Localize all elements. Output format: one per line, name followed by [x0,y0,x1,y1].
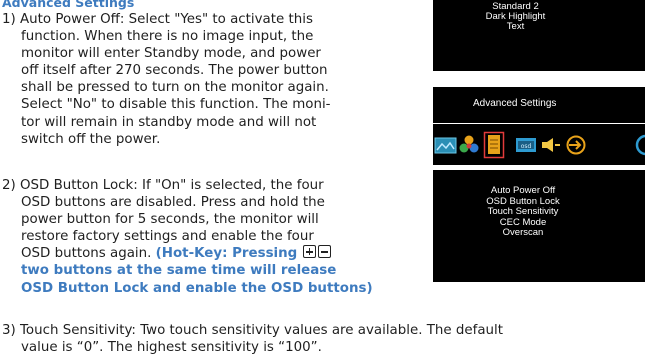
item-line: power button for 5 seconds, the monitor … [21,212,319,228]
partial-icon [635,134,645,156]
osd-advanced-title-bar: Advanced Settings [433,87,645,123]
color-icon [459,135,479,153]
audio-icon [542,138,560,152]
item-line: Select "No" to disable this function. Th… [21,97,331,113]
osd-menu-item: Overscan [502,227,544,239]
osd-advanced-menu: Auto Power Off OSD Button Lock Touch Sen… [433,170,645,282]
item-line: 3) Touch Sensitivity: Two touch sensitiv… [2,323,503,338]
hotkey-note: (Hot-Key: Pressing [155,246,298,262]
item-touch-sensitivity: 3) Touch Sensitivity: Two touch sensitiv… [2,322,642,356]
section-heading: Advanced Settings [2,0,135,10]
image-icon [434,137,457,154]
minus-button-icon [317,245,331,259]
osd-menu-item: Auto Power Off [490,185,556,196]
item-line: tor will remain in standby mode and will… [21,114,317,130]
item-text: OSD buttons again. [21,246,152,262]
hotkey-note: OSD Button Lock and enable the OSD butto… [21,280,373,296]
item-line: function. When there is no image input, … [21,29,314,45]
osd-icon: osd [516,138,536,152]
item-auto-power-off: 1) Auto Power Off: Select "Yes" to activ… [2,11,432,148]
input-icon [566,135,586,155]
osd-icon-bar: osd [433,124,645,165]
item-osd-button-lock: 2) OSD Button Lock: If "On" is selected,… [2,177,432,297]
plus-button-icon [302,245,316,259]
item-line: off itself after 270 seconds. The power … [21,63,328,79]
item-line: OSD buttons again. (Hot-Key: Pressing [2,245,432,262]
item-line: restore factory settings and enable the … [21,229,314,245]
osd-title: Advanced Settings [473,98,557,109]
item-line: 2) OSD Button Lock: If "On" is selected,… [2,178,324,193]
item-line: monitor will enter Standby mode, and pow… [21,46,321,62]
osd-picture-mode-menu: Standard 2 Dark Highlight Text [433,0,645,71]
document-icon [483,131,505,159]
hotkey-note: two buttons at the same time will releas… [21,263,337,279]
item-line: shall be pressed to turn on the monitor … [21,80,329,96]
osd-menu-item: Text [506,20,525,32]
svg-text:osd: osd [521,143,532,150]
item-line: value is “0”. The highest sensitivity is… [21,340,322,356]
item-line: OSD buttons are disabled. Press and hold… [21,195,325,211]
item-line: switch off the power. [21,131,161,147]
item-line: 1) Auto Power Off: Select "Yes" to activ… [2,12,313,27]
